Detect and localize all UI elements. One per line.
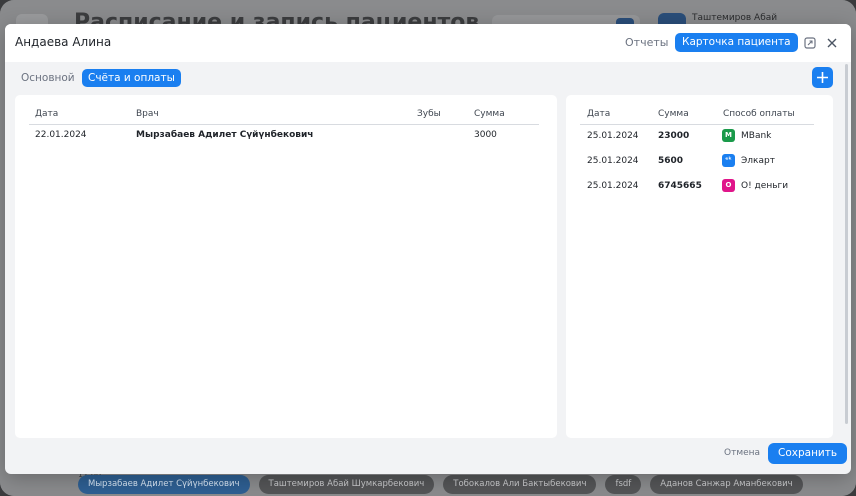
background-doctor-chip: Аданов Санжар Аманбекович <box>650 475 803 494</box>
background-doctor-chip: Таштемиров Абай Шумкарбекович <box>258 475 435 494</box>
payment-date: 25.01.2024 <box>587 156 639 166</box>
payment-sum: 23000 <box>658 131 690 141</box>
mbank-icon: М <box>722 129 735 142</box>
add-button[interactable] <box>812 67 833 88</box>
tab-reports[interactable]: Отчеты <box>625 36 668 49</box>
bill-date: 22.01.2024 <box>35 130 87 140</box>
bill-sum: 3000 <box>474 130 497 140</box>
column-header-doctor: Врач <box>136 109 159 119</box>
payment-method: Элкарт <box>741 156 775 166</box>
app-frame: Расписание и запись пациентов Таштемиров… <box>0 0 856 496</box>
patient-modal: Андаева Алина Отчеты Карточка пациента О… <box>5 24 851 474</box>
background-doctor-chip: Мырзабаев Адилет Сүйүнбекович <box>78 475 250 494</box>
save-button[interactable]: Сохранить <box>768 443 848 464</box>
bills-table: Дата Врач Зубы Сумма 22.01.2024 Мырзабае… <box>15 95 557 438</box>
column-header-date: Дата <box>587 109 611 119</box>
cancel-button[interactable]: Отмена <box>724 448 760 458</box>
column-header-teeth: Зубы <box>417 109 441 119</box>
odengi-icon: О <box>722 179 735 192</box>
elcart-icon: ᵉᵏ <box>722 154 735 167</box>
table-row[interactable]: 25.01.2024 23000 М MBank <box>566 129 833 151</box>
background-doctor-chip: fsdf <box>605 475 642 494</box>
close-icon[interactable] <box>825 36 839 50</box>
column-header-sum: Сумма <box>474 109 505 119</box>
plus-icon <box>817 72 828 83</box>
column-header-sum: Сумма <box>658 109 689 119</box>
subtab-basic[interactable]: Основной <box>21 69 75 87</box>
table-header-divider <box>29 124 539 125</box>
background-page-title: Расписание и запись пациентов <box>74 10 480 24</box>
payment-sum: 6745665 <box>658 181 702 191</box>
subtab-bills-payments[interactable]: Счёта и оплаты <box>82 69 181 87</box>
column-header-payment-method: Способ оплаты <box>723 109 795 119</box>
payment-method: О! деньги <box>741 181 789 191</box>
modal-header: Андаева Алина Отчеты Карточка пациента <box>5 24 851 62</box>
payment-date: 25.01.2024 <box>587 181 639 191</box>
tab-patient-card[interactable]: Карточка пациента <box>675 33 798 52</box>
patient-name: Андаева Алина <box>15 35 112 49</box>
background-doctor-chips: Мырзабаев Адилет Сүйүнбекович Таштемиров … <box>78 475 803 494</box>
table-row[interactable]: 25.01.2024 6745665 О О! деньги <box>566 179 833 201</box>
payment-sum: 5600 <box>658 156 684 166</box>
table-row[interactable]: 25.01.2024 5600 ᵉᵏ Элкарт <box>566 154 833 176</box>
column-header-date: Дата <box>35 109 59 119</box>
payment-method: MBank <box>741 131 772 141</box>
payment-date: 25.01.2024 <box>587 131 639 141</box>
background-doctor-chip: Тобокалов Али Бактыбекович <box>443 475 597 494</box>
bill-doctor: Мырзабаев Адилет Сүйүнбекович <box>136 130 314 140</box>
payments-table: Дата Сумма Способ оплаты 25.01.2024 23000… <box>566 95 833 438</box>
background-user-name: Таштемиров Абай <box>692 13 778 23</box>
expand-icon[interactable] <box>803 36 817 50</box>
table-header-divider <box>580 124 814 125</box>
scrollbar[interactable] <box>845 64 848 424</box>
